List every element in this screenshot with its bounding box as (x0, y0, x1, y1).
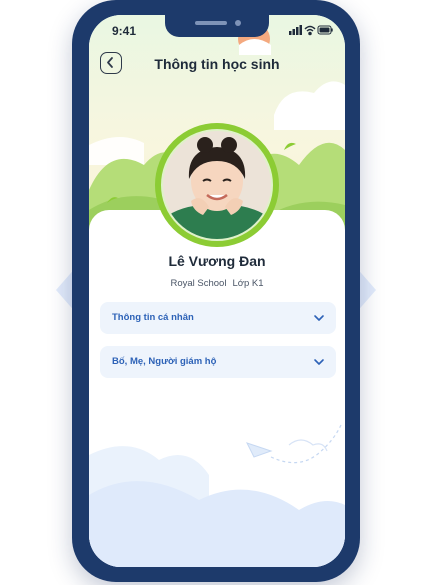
student-school-class: Royal School Lớp K1 (89, 278, 345, 289)
front-camera (235, 20, 241, 26)
section-label: Thông tin cá nhân (112, 312, 194, 323)
paper-plane-icon (246, 442, 273, 458)
status-time: 9:41 (112, 24, 137, 38)
notch (165, 15, 269, 37)
wifi-icon (304, 25, 316, 36)
signal-icon (289, 25, 302, 35)
battery-icon (317, 25, 333, 35)
page-title: Thông tin học sinh (154, 56, 280, 72)
student-avatar (163, 131, 271, 239)
bottom-clouds-illustration (89, 424, 345, 567)
section-label: Bố, Mẹ, Người giám hộ (112, 356, 217, 367)
speaker-grille (195, 21, 227, 25)
student-name: Lê Vương Đan (168, 253, 266, 269)
phone-screen: 9:41 Thông tin học sinh Lê Vương Đan Roy… (89, 15, 345, 567)
chevron-down-icon (314, 315, 324, 321)
section-personal-info[interactable]: Thông tin cá nhân (100, 302, 336, 334)
chevron-down-icon (314, 359, 324, 365)
school-name: Royal School (170, 278, 227, 289)
section-parents-guardian[interactable]: Bố, Mẹ, Người giám hộ (100, 346, 336, 378)
class-name: Lớp K1 (232, 278, 264, 289)
status-icons (289, 25, 333, 36)
